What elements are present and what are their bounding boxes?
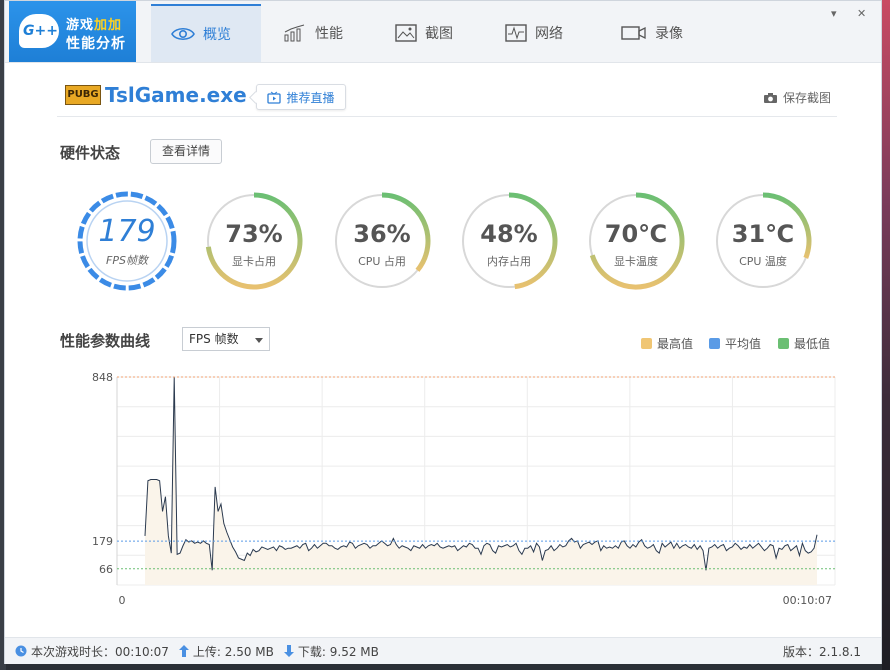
gauge-memory-usage-label: 内存占用 [487, 255, 531, 268]
gauge-fps-label: FPS帧数 [106, 254, 148, 267]
y-tick-label: 848 [92, 371, 113, 384]
download-stat-label: 下载: 9.52 MB [297, 644, 379, 659]
legend-max: 最高值 [641, 335, 693, 352]
tab-recording-label: 录像 [655, 26, 683, 42]
logo-title-line1: 游戏加加 [66, 14, 122, 33]
logo-badge: G++ [19, 14, 59, 48]
eye-icon [171, 27, 195, 41]
legend-avg-label: 平均值 [725, 337, 762, 351]
app-window: G++ 游戏加加 性能分析 概览 性能 截图 网络 录像 ▾ ✕ PUBG Ts [4, 0, 882, 664]
legend-max-swatch [641, 338, 652, 349]
legend-avg-swatch [709, 338, 720, 349]
gauge-gpu-temp-value: 70℃ [604, 220, 668, 248]
pulse-icon [505, 24, 527, 42]
video-camera-icon [621, 26, 646, 40]
arrow-up-icon [178, 645, 189, 657]
clock-icon [15, 645, 27, 657]
legend-min-label: 最低值 [794, 337, 831, 351]
x-tick-label: 0 [119, 594, 126, 607]
gauge-memory-usage-value: 48% [480, 220, 538, 248]
legend-max-label: 最高值 [657, 337, 694, 351]
legend-min: 最低值 [778, 335, 830, 352]
tab-recording[interactable]: 录像 [601, 4, 711, 62]
hardware-status-title: 硬件状态 [60, 144, 121, 162]
header-divider [57, 116, 837, 117]
tab-network[interactable]: 网络 [485, 4, 595, 62]
image-icon [395, 24, 417, 42]
logo-title-part-a: 游戏 [66, 18, 95, 33]
status-bar: 本次游戏时长：00:10:07 上传: 2.50 MB 下载: 9.52 MB … [5, 637, 881, 664]
gauge-gpu-usage-label: 显卡占用 [232, 255, 276, 268]
tab-screenshot-label: 截图 [425, 26, 453, 42]
gauge-memory-usage: 48% 内存占用 [458, 190, 560, 292]
save-screenshot-button[interactable]: 保存截图 [763, 89, 831, 106]
x-tick-label: 00:10:07 [783, 594, 832, 607]
gauge-gpu-temp-label: 显卡温度 [614, 255, 658, 268]
upload-stat: 上传: 2.50 MB [178, 643, 274, 660]
session-duration-label: 本次游戏时长：00:10:07 [31, 644, 169, 659]
gauge-fps-value: 179 [98, 214, 156, 249]
tv-icon [267, 91, 282, 104]
legend-avg: 平均值 [709, 335, 761, 352]
gauge-cpu-usage-value: 36% [353, 220, 411, 248]
logo-badge-text: G++ [23, 23, 58, 39]
tab-performance-label: 性能 [315, 26, 343, 42]
camera-icon [764, 92, 777, 103]
tab-performance[interactable]: 性能 [263, 4, 373, 62]
download-stat: 下载: 9.52 MB [283, 643, 379, 660]
bar-chart-icon [284, 24, 305, 42]
desktop-background-right [882, 0, 890, 670]
logo-title-part-b: 加加 [94, 18, 123, 33]
recommend-live-label: 推荐直播 [286, 90, 335, 105]
game-title: TslGame.exe [105, 83, 247, 107]
app-logo: G++ 游戏加加 性能分析 [9, 1, 136, 62]
gauge-gpu-temp: 70℃ 显卡温度 [585, 190, 687, 292]
chevron-down-icon [255, 338, 263, 343]
save-screenshot-label: 保存截图 [783, 91, 832, 105]
gauge-cpu-usage-label: CPU 占用 [358, 255, 406, 268]
tab-overview[interactable]: 概览 [151, 4, 261, 62]
gauge-fps: 179 FPS帧数 [76, 190, 178, 292]
gauge-gpu-usage-value: 73% [225, 220, 283, 248]
y-tick-label: 179 [92, 535, 113, 548]
view-details-button[interactable]: 查看详情 [150, 139, 222, 164]
metric-select-value: FPS 帧数 [189, 332, 239, 346]
logo-title-line2: 性能分析 [66, 36, 126, 52]
gauge-cpu-temp-label: CPU 温度 [739, 255, 787, 268]
tab-overview-label: 概览 [203, 27, 231, 43]
metric-select[interactable]: FPS 帧数 [182, 327, 270, 351]
arrow-down-icon [283, 645, 294, 657]
upload-stat-label: 上传: 2.50 MB [192, 644, 274, 659]
fps-chart: 848 179 66 0 00:10:07 [92, 371, 836, 607]
close-button[interactable]: ✕ [857, 7, 866, 20]
tab-screenshot[interactable]: 截图 [375, 4, 485, 62]
tab-network-label: 网络 [535, 26, 563, 42]
y-tick-label: 66 [99, 563, 113, 576]
session-duration: 本次游戏时长：00:10:07 [15, 643, 169, 660]
gauge-cpu-temp: 31℃ CPU 温度 [712, 190, 814, 292]
collapse-button[interactable]: ▾ [831, 7, 837, 20]
recommend-live-button[interactable]: 推荐直播 [256, 84, 346, 110]
version-label: 版本：2.1.8.1 [783, 645, 861, 659]
gauge-gpu-usage: 73% 显卡占用 [203, 190, 305, 292]
gauge-cpu-usage: 36% CPU 占用 [331, 190, 433, 292]
performance-curve-title: 性能参数曲线 [60, 332, 151, 350]
top-navigation-bar: G++ 游戏加加 性能分析 概览 性能 截图 网络 录像 ▾ ✕ [5, 1, 881, 63]
legend-min-swatch [778, 338, 789, 349]
game-badge: PUBG [65, 85, 101, 105]
gauge-cpu-temp-value: 31℃ [731, 220, 795, 248]
